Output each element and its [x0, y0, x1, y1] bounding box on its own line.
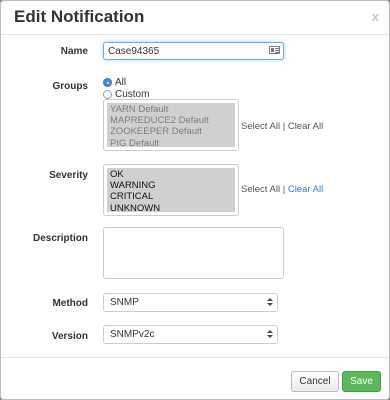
method-select[interactable]: SNMP — [103, 293, 278, 312]
severity-selection-links: Select All | Clear All — [241, 184, 323, 195]
list-item[interactable]: WARNING — [110, 180, 232, 191]
list-item[interactable]: UNKNOWN — [110, 203, 232, 214]
version-select[interactable]: SNMPv2c — [103, 325, 278, 344]
method-selected-value: SNMP — [110, 297, 139, 308]
groups-custom-radio[interactable] — [103, 90, 112, 99]
method-label: Method — [52, 298, 88, 309]
description-label: Description — [32, 233, 88, 244]
description-textarea[interactable] — [103, 227, 284, 279]
name-label: Name — [60, 46, 88, 57]
modal-title: Edit Notification — [14, 7, 145, 26]
list-item[interactable]: PIG Default — [110, 138, 232, 149]
save-button[interactable]: Save — [342, 371, 381, 392]
select-arrows-icon — [267, 298, 273, 307]
severity-clear-all-link[interactable]: Clear All — [288, 184, 323, 195]
modal-body: Name Groups All Custom YARN Default MAPR… — [1, 36, 389, 357]
cancel-button[interactable]: Cancel — [291, 371, 339, 392]
close-icon[interactable]: x — [372, 9, 379, 24]
groups-clear-all-link[interactable]: Clear All — [288, 121, 323, 132]
severity-list: OK WARNING CRITICAL UNKNOWN — [107, 168, 235, 214]
edit-notification-dialog: Edit Notification x Name Groups All Cust… — [0, 0, 390, 400]
groups-select-all-link[interactable]: Select All — [241, 121, 280, 132]
link-separator: | — [282, 121, 286, 132]
severity-listbox[interactable]: OK WARNING CRITICAL UNKNOWN — [103, 164, 239, 216]
severity-select-all-link[interactable]: Select All — [241, 184, 280, 195]
list-item[interactable]: YARN Default — [110, 104, 232, 115]
list-item[interactable]: OK — [110, 169, 232, 180]
groups-all-label: All — [115, 77, 127, 88]
severity-label: Severity — [49, 170, 88, 181]
modal-header: Edit Notification x — [1, 1, 389, 35]
list-item[interactable]: MAPREDUCE2 Default — [110, 115, 232, 126]
modal-footer: Cancel Save — [1, 357, 389, 399]
groups-listbox[interactable]: YARN Default MAPREDUCE2 Default ZOOKEEPE… — [103, 99, 239, 151]
list-item[interactable]: ZOOKEEPER Default — [110, 126, 232, 137]
groups-label: Groups — [52, 81, 88, 92]
groups-list: YARN Default MAPREDUCE2 Default ZOOKEEPE… — [107, 103, 235, 149]
version-selected-value: SNMPv2c — [110, 329, 155, 340]
groups-selection-links: Select All | Clear All — [241, 121, 323, 132]
select-arrows-icon — [267, 330, 273, 339]
contact-card-icon — [269, 46, 280, 54]
name-input[interactable] — [103, 42, 284, 60]
version-label: Version — [51, 331, 88, 342]
link-separator: | — [282, 184, 286, 195]
list-item[interactable]: CRITICAL — [110, 191, 232, 202]
groups-all-radio[interactable] — [103, 78, 112, 87]
